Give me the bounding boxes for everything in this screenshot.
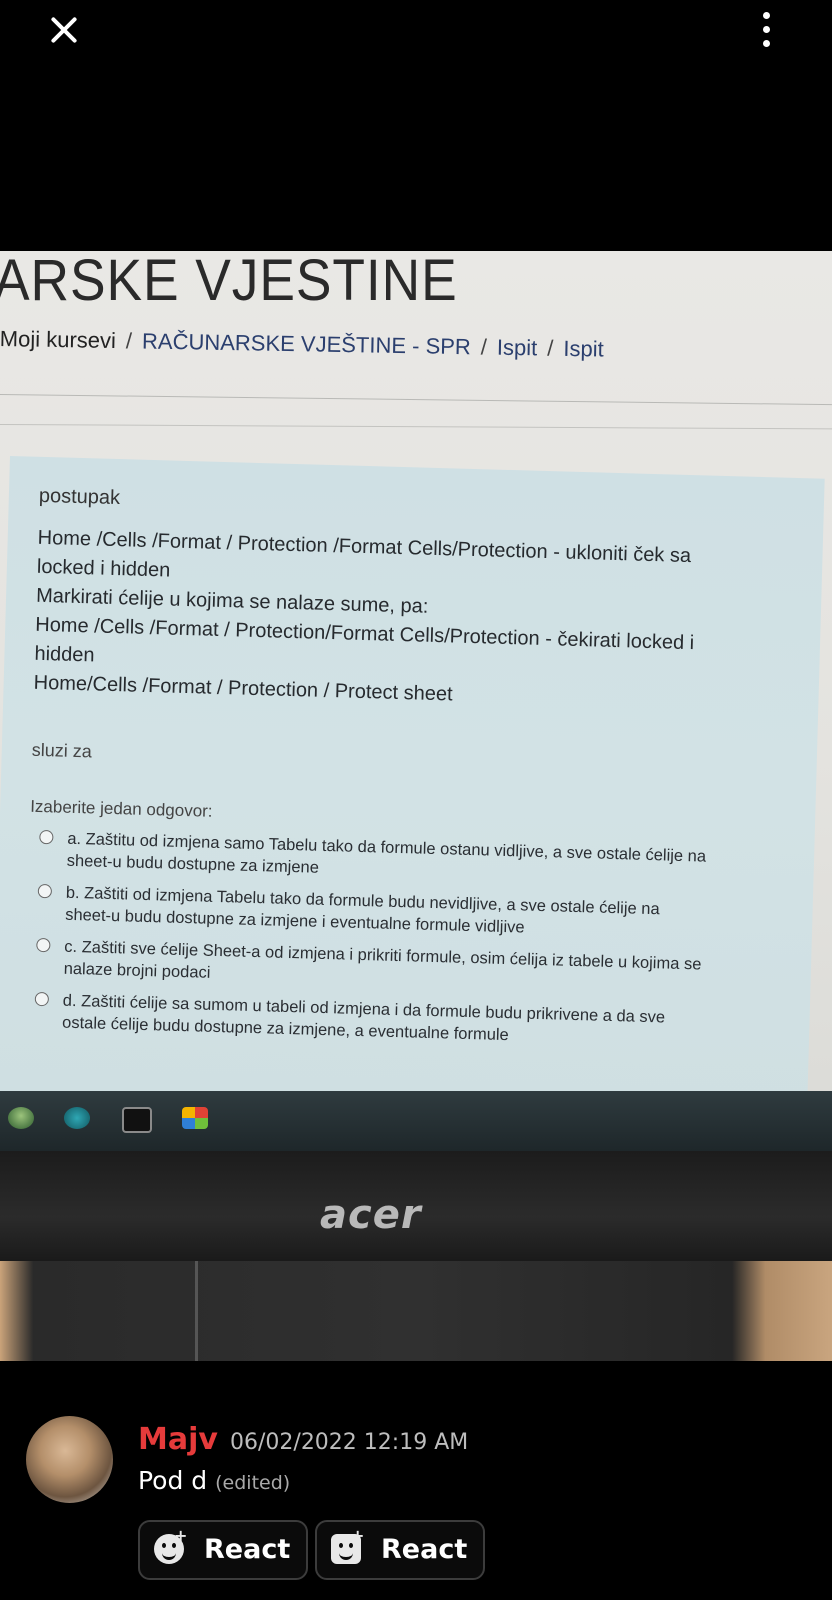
monitor-brand-logo: acer [320,1192,422,1238]
breadcrumb-item: RAČUNARSKE VJEŠTINE - SPR [141,328,472,360]
breadcrumb-separator: / [547,335,554,361]
stand-edge [195,1261,198,1361]
message-text: Pod d (edited) [138,1466,290,1495]
close-icon[interactable] [44,10,84,50]
super-react-button[interactable]: + React [315,1520,485,1580]
username[interactable]: Majv [138,1422,218,1457]
react-button-label: React [204,1534,291,1565]
option-text: a. Zaštitu od izmjena samo Tabelu tako d… [66,829,707,877]
radio-button[interactable] [39,829,54,845]
breadcrumb-separator: / [480,334,488,360]
react-button[interactable]: + React [138,1520,308,1580]
answer-options: a. Zaštitu od izmjena samo Tabelu tako d… [24,827,749,1053]
question-label: postupak [38,484,121,510]
answer-option-a[interactable]: a. Zaštitu od izmjena samo Tabelu tako d… [28,827,707,890]
divider [0,424,832,430]
monitor-stand [0,1261,832,1361]
option-text: b. Zaštiti od izmjena Tabelu tako da for… [64,883,660,937]
monitor-screen: ARSKE VJESTINE Moji kursevi / RAČUNARSKE V… [0,251,832,1119]
chat-icon [8,1107,34,1129]
answer-option-c[interactable]: c. Zaštiti sve ćelije Sheet-a od izmjena… [25,935,704,998]
viewer-topbar [0,0,832,250]
avatar[interactable] [26,1416,113,1503]
more-vertical-icon[interactable] [750,8,782,52]
breadcrumb-item: Ispit [563,335,604,362]
breadcrumb-separator: / [125,328,133,354]
radio-button[interactable] [37,883,53,899]
option-text: d. Zaštiti ćelije sa sumom u tabeli od i… [61,991,666,1045]
radio-button[interactable] [36,937,51,953]
divider [0,394,832,406]
answer-option-d[interactable]: d. Zaštiti ćelije sa sumom u tabeli od i… [24,989,703,1052]
arduino-icon [64,1107,90,1129]
option-text: c. Zaštiti sve ćelije Sheet-a od izmjena… [63,937,702,982]
breadcrumb: Moji kursevi / RAČUNARSKE VJEŠTINE - SPR / I… [0,326,760,365]
terminal-icon [122,1107,152,1133]
react-button-label: React [381,1534,468,1565]
breadcrumb-item: Ispit [496,334,538,361]
course-title: ARSKE VJESTINE [0,251,458,313]
edited-label: (edited) [215,1472,291,1494]
question-box: postupak Home /Cells /Format / Protectio… [0,456,825,1119]
radio-button[interactable] [34,991,50,1007]
answer-option-b[interactable]: b. Zaštiti od izmjena Tabelu tako da for… [27,881,706,944]
breadcrumb-item: Moji kursevi [0,326,117,354]
windows-icon [182,1107,208,1129]
attached-photo[interactable]: ARSKE VJESTINE Moji kursevi / RAČUNARSKE V… [0,251,832,1361]
taskbar [0,1091,832,1151]
message-timestamp: 06/02/2022 12:19 AM [230,1430,469,1455]
message-body: Pod d [138,1466,208,1495]
